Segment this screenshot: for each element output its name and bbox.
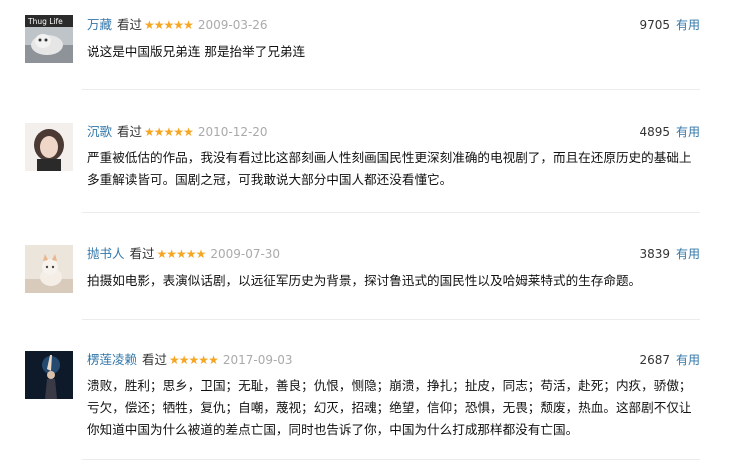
vote-area: 2687 有用 — [639, 350, 700, 370]
review-header: 万藏 看过 ★★★★★ 2009-03-26 — [87, 15, 268, 35]
review-text: 严重被低估的作品，我没有看过比这部刻画人性刻画国民性更深刻准确的电视剧了，而且在… — [87, 150, 692, 187]
avatar[interactable] — [25, 351, 73, 399]
username-link[interactable]: 沉歌 — [87, 124, 112, 139]
vote-count: 9705 — [639, 18, 670, 32]
avatar[interactable]: Thug Life — [25, 15, 73, 63]
username-link[interactable]: 抛书人 — [87, 246, 125, 261]
rating-stars-icon: ★★★★★ — [144, 18, 194, 32]
vote-count: 3839 — [639, 247, 670, 261]
avatar[interactable] — [25, 123, 73, 171]
review-date: 2010-12-20 — [197, 125, 268, 139]
useful-button[interactable]: 有用 — [676, 18, 700, 32]
vote-count: 4895 — [639, 125, 670, 139]
divider — [82, 459, 700, 460]
review-text: 拍摄如电影，表演似话剧，以远征军历史为背景，探讨鲁迅式的国民性以及哈姆莱特式的生… — [87, 273, 642, 288]
rating-stars-icon: ★★★★★ — [169, 353, 219, 367]
useful-button[interactable]: 有用 — [676, 353, 700, 367]
review-date: 2009-07-30 — [210, 247, 281, 261]
review-header: 楞莲凌赖 看过 ★★★★★ 2017-09-03 — [87, 350, 293, 370]
vote-area: 4895 有用 — [639, 122, 700, 142]
username-link[interactable]: 楞莲凌赖 — [87, 352, 137, 367]
comment-list: Thug Life 万藏 看过 ★★★★★ 2009-03-26 9705 有用 说这是… — [0, 0, 730, 468]
review-text: 溃败，胜利；思乡，卫国；无耻，善良；仇恨，恻隐；崩溃，挣扎；扯皮，同志；苟活，赴… — [87, 378, 692, 437]
watch-status: 看过 — [129, 246, 155, 261]
watch-status: 看过 — [142, 352, 168, 367]
rating-stars-icon: ★★★★★ — [156, 247, 207, 261]
username-link[interactable]: 万藏 — [87, 17, 112, 32]
divider — [82, 89, 700, 90]
watch-status: 看过 — [117, 17, 143, 32]
review-date: 2017-09-03 — [222, 353, 293, 367]
divider — [82, 319, 700, 320]
review-date: 2009-03-26 — [197, 18, 268, 32]
vote-count: 2687 — [639, 353, 670, 367]
useful-button[interactable]: 有用 — [676, 247, 700, 261]
review-text: 说这是中国版兄弟连 那是抬举了兄弟连 — [87, 44, 306, 59]
watch-status: 看过 — [117, 124, 143, 139]
vote-area: 3839 有用 — [639, 244, 700, 264]
divider — [82, 212, 700, 213]
avatar-caption: Thug Life — [27, 17, 63, 26]
rating-stars-icon: ★★★★★ — [144, 125, 194, 139]
useful-button[interactable]: 有用 — [676, 125, 700, 139]
review-header: 抛书人 看过 ★★★★★ 2009-07-30 — [87, 244, 280, 264]
vote-area: 9705 有用 — [639, 15, 700, 35]
avatar[interactable] — [25, 245, 73, 293]
review-header: 沉歌 看过 ★★★★★ 2010-12-20 — [87, 122, 268, 142]
